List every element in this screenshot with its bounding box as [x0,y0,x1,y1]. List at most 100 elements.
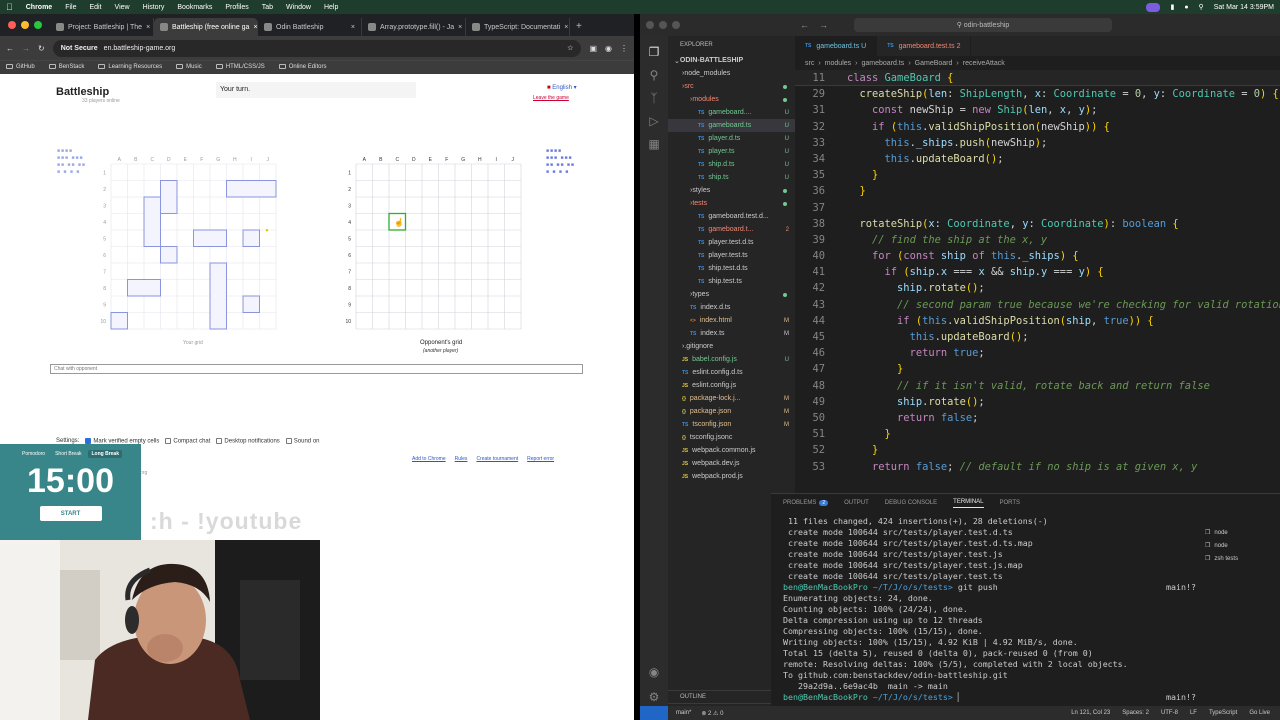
explorer-icon[interactable]: ❐ [647,45,661,59]
close-tab-icon[interactable]: × [253,24,257,31]
checkbox-icon[interactable] [216,438,223,444]
workspace-root[interactable]: ⌄ ODIN-BATTLESHIP [668,54,795,67]
tree-item[interactable]: TS index.d.ts [668,301,795,314]
run-debug-icon[interactable]: ▷ [647,114,661,128]
tree-item[interactable]: TS tsconfig.json M [668,418,795,431]
tree-item[interactable]: {} tsconfig.jsonc [668,431,795,444]
menubar-item[interactable]: File [65,4,76,11]
panel-tab[interactable]: PROBLEMS 2 [783,500,829,506]
panel-tab[interactable]: DEBUG CONSOLE [885,500,937,506]
tree-item[interactable]: TS player.test.ts [668,249,795,262]
setting-checkbox[interactable]: Sound on [285,438,320,445]
account-icon[interactable]: ◉ [647,665,661,679]
browser-tab[interactable]: TypeScript: Documentati × [466,18,570,36]
bookmark-item[interactable]: Online Editors [278,64,326,71]
close-tab-icon[interactable]: × [351,24,355,31]
source-control-icon[interactable]: ᛉ [647,91,661,105]
menubar-item[interactable]: View [115,4,130,11]
tree-item[interactable]: TS gameboard.ts U [668,119,795,132]
go-live-button[interactable]: Go Live [1249,710,1270,716]
line-ending[interactable]: LF [1190,710,1197,716]
breadcrumb-item[interactable]: GameBoard [915,60,953,67]
breadcrumb-item[interactable]: gameboard.ts [862,60,905,67]
close-tab-icon[interactable]: × [564,24,568,31]
tree-item[interactable]: › styles [668,184,795,197]
editor-tab[interactable]: TS gameboard.ts U [795,36,878,56]
tree-item[interactable]: › node_modules [668,67,795,80]
tree-item[interactable]: › types [668,288,795,301]
maximize-window-icon[interactable] [672,21,680,29]
close-tab-icon[interactable]: × [146,24,150,31]
bookmark-item[interactable]: GitHub [6,64,35,71]
reload-icon[interactable]: ↻ [38,44,45,53]
footer-link[interactable]: Report error [527,456,554,462]
menubar-item[interactable]: Tab [262,4,273,11]
browser-tab[interactable]: Odin Battleship × [258,18,362,36]
tree-item[interactable]: › src [668,80,795,93]
panel-tab[interactable]: TERMINAL [953,499,984,508]
menubar-item[interactable]: Window [286,4,311,11]
tree-item[interactable]: TS player.test.d.ts [668,236,795,249]
maximize-window-icon[interactable] [34,21,42,29]
tree-item[interactable]: TS ship.test.ts [668,275,795,288]
browser-tab[interactable]: Battleship (free online ga × [154,18,258,36]
tree-item[interactable]: TS player.d.ts U [668,132,795,145]
search-icon[interactable]: ⚲ [1199,3,1204,11]
encoding[interactable]: UTF-8 [1161,710,1178,716]
tree-item[interactable]: JS webpack.dev.js [668,457,795,470]
language-select[interactable]: ■ English ▾ [547,84,577,91]
breadcrumb-item[interactable]: receiveAttack [963,60,1005,67]
extensions-icon[interactable]: ▦ [647,137,661,151]
tree-item[interactable]: <> index.html M [668,314,795,327]
checkbox-icon[interactable] [285,438,292,444]
error-count[interactable]: ⊗ 2 ⚠ 0 [701,710,723,717]
back-icon[interactable]: ← [800,20,809,30]
tree-item[interactable]: JS webpack.prod.js [668,470,795,483]
pomodoro-tab[interactable]: Pomodoro [19,450,48,458]
tree-item[interactable]: TS ship.test.d.ts [668,262,795,275]
setting-checkbox[interactable]: Desktop notifications [216,438,280,445]
start-button[interactable]: START [39,506,102,521]
terminal-instance[interactable]: ❐ zsh tests [1205,552,1280,565]
search-icon[interactable]: ⚲ [647,68,661,82]
language-mode[interactable]: TypeScript [1209,710,1237,716]
menubar-item[interactable]: History [143,4,165,11]
code-editor[interactable]: 11 class GameBoard {29 createShip(len: Sh… [795,70,1280,493]
menubar-item[interactable]: Help [324,4,338,11]
chat-input[interactable]: Chat with opponent [50,364,583,374]
tree-item[interactable]: JS eslint.config.js [668,379,795,392]
minimize-window-icon[interactable] [21,21,29,29]
bookmark-item[interactable]: BenStack [48,64,84,71]
tree-item[interactable]: TS gameboard.test.d... [668,210,795,223]
breadcrumb-item[interactable]: src [805,60,814,67]
tree-item[interactable]: TS ship.ts U [668,171,795,184]
battery-icon[interactable]: ▮ [1170,3,1174,11]
apple-icon[interactable]:  [6,2,13,12]
footer-link[interactable]: Create tournament [476,456,518,462]
bookmark-item[interactable]: Music [176,64,202,71]
git-branch[interactable]: main* [676,710,691,716]
extensions-icon[interactable]: ▣ [589,44,597,53]
tree-item[interactable]: TS ship.d.ts U [668,158,795,171]
recording-icon[interactable] [1146,2,1161,12]
footer-link[interactable]: Add to Chrome [412,456,446,462]
close-window-icon[interactable] [8,21,16,29]
terminal-instance[interactable]: ❐ node [1205,539,1280,552]
setting-checkbox[interactable]: Compact chat [165,438,210,445]
pomodoro-tab[interactable]: Long Break [88,450,122,458]
panel-tab[interactable]: OUTPUT [844,500,869,506]
wifi-icon[interactable]: ● [1184,4,1188,11]
tree-item[interactable]: › .gitignore [668,340,795,353]
menubar-clock[interactable]: Sat Mar 14 3:59PM [1214,4,1274,11]
terminal-output[interactable]: 11 files changed, 424 insertions(+), 28 … [771,512,1280,703]
editor-tab[interactable]: TS gameboard.test.ts 2 [877,36,972,56]
tree-item[interactable]: › tests [668,197,795,210]
browser-tab[interactable]: Project: Battleship | The × [50,18,154,36]
panel-tab[interactable]: PORTS [1000,500,1021,506]
cursor-position[interactable]: Ln 121, Col 23 [1071,710,1110,716]
page-title[interactable]: Battleship [56,86,109,98]
tree-item[interactable]: JS webpack.common.js [668,444,795,457]
checkbox-icon[interactable] [165,438,172,444]
bookmark-item[interactable]: HTML/CSS/JS [215,64,265,71]
gear-icon[interactable]: ⚙ [647,690,661,704]
